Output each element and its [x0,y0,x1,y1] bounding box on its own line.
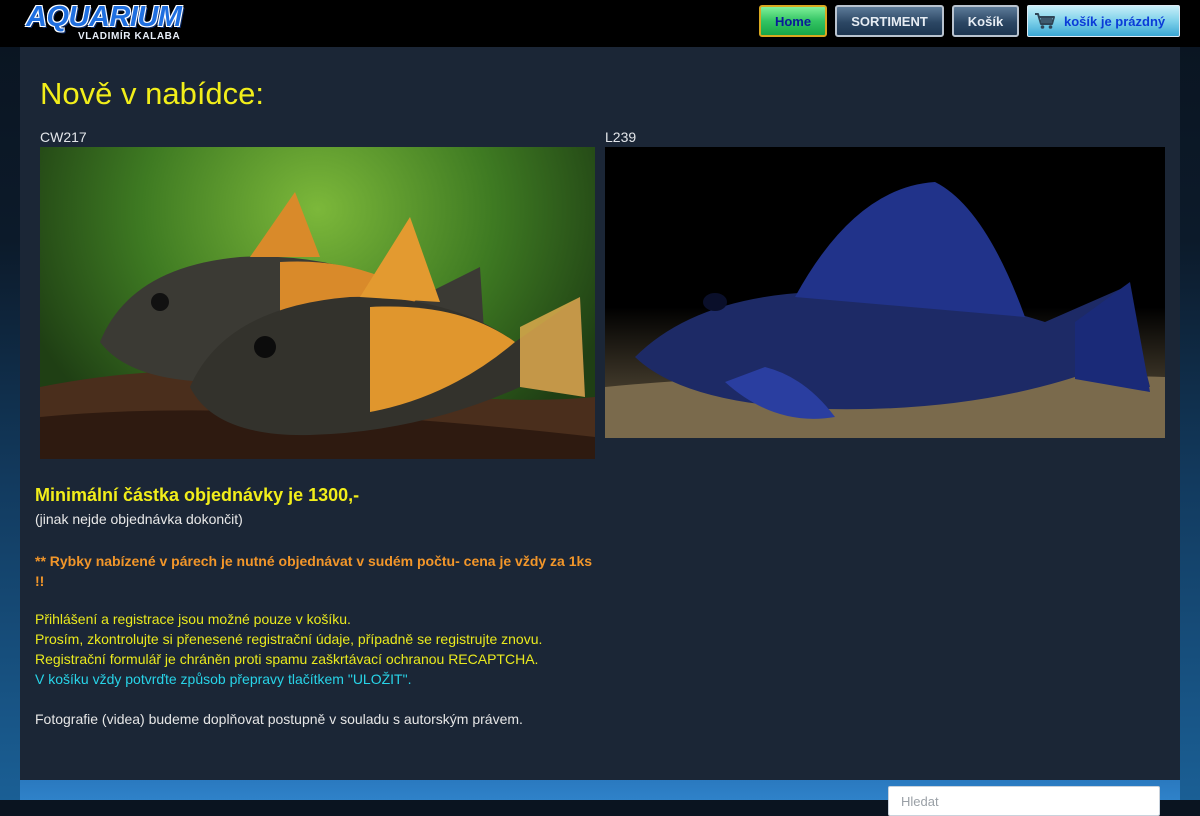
pairs-warning: ** Rybky nabízené v párech je nutné obje… [35,553,593,589]
header-bar: AQUARIUM VLADIMÍR KALABA Home SORTIMENT … [0,0,1200,47]
product-caption-2: L239 [605,129,637,145]
product-caption-1: CW217 [40,129,87,145]
min-order-heading: Minimální částka objednávky je 1300,- [35,485,360,505]
logo-subtitle: VLADIMÍR KALABA [78,31,181,42]
info-photos: Fotografie (videa) budeme doplňovat post… [35,711,523,727]
nav-sortiment-button[interactable]: SORTIMENT [835,5,944,37]
page-title: Nově v nabídce: [40,76,265,111]
info-shipping: V košíku vždy potvrďte způsob přepravy t… [35,671,412,687]
min-order-note: (jinak nejde objednávka dokončit) [35,511,243,527]
info-check: Prosím, zkontrolujte si přenesené regist… [35,631,543,647]
product-photo-corydoras[interactable] [40,147,595,459]
shopping-cart-icon [1035,13,1055,29]
cart-status-button[interactable]: košík je prázdný [1027,5,1180,37]
nav-cart-button[interactable]: Košík [952,5,1019,37]
product-photo-pleco[interactable] [605,147,1165,438]
cart-status-label: košík je prázdný [1064,13,1166,29]
search-input[interactable] [888,786,1160,816]
nav-home-button[interactable]: Home [759,5,827,37]
site-logo[interactable]: AQUARIUM VLADIMÍR KALABA [26,1,191,43]
pleco-illustration [605,182,1165,438]
corydoras-illustration [40,192,595,459]
logo-title: AQUARIUM [26,1,182,33]
info-captcha: Registrační formulář je chráněn proti sp… [35,651,539,667]
info-login: Přihlášení a registrace jsou možné pouze… [35,611,351,627]
